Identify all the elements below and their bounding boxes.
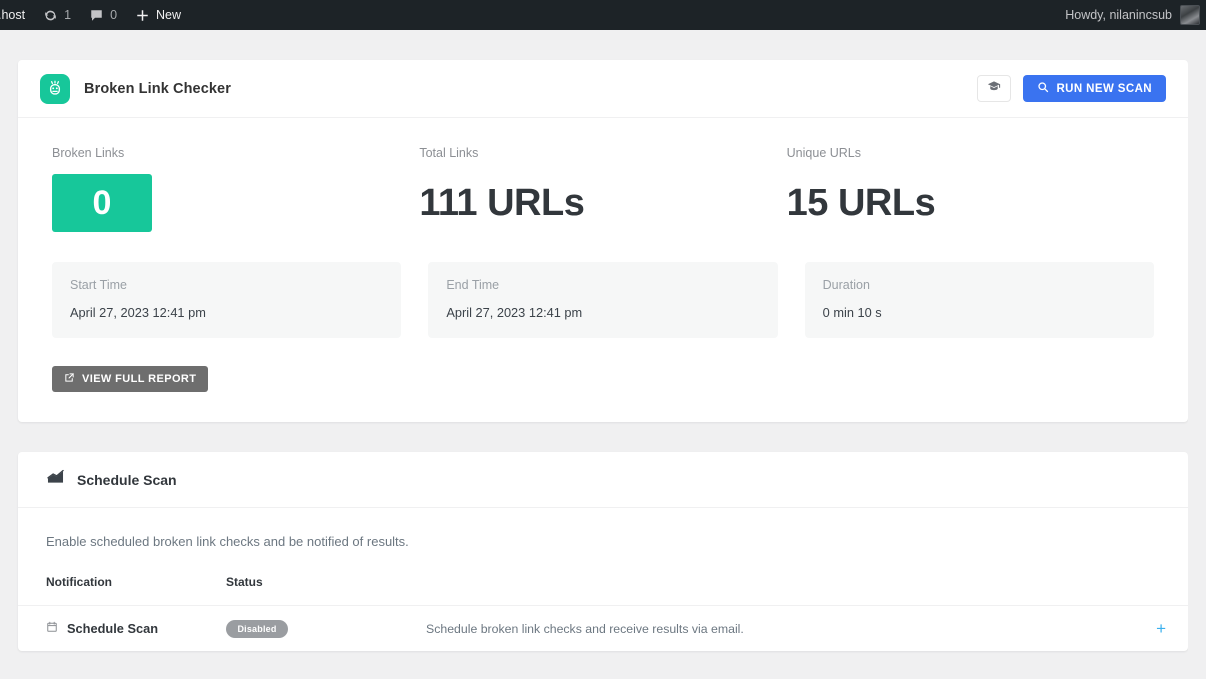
admin-bar-comments[interactable]: 0 (80, 0, 126, 30)
stats-row: Broken Links 0 Total Links 111 URLs Uniq… (52, 146, 1154, 232)
documentation-button[interactable] (977, 75, 1012, 102)
admin-bar-right-group: Howdy, nilanincsub (1065, 5, 1206, 25)
howdy-label[interactable]: Howdy, nilanincsub (1065, 8, 1172, 22)
stat-total-links: Total Links 111 URLs (419, 146, 786, 232)
admin-bar-left-group: .host 1 0 New (0, 0, 190, 30)
site-name-label: .host (0, 8, 26, 22)
plugin-header: Broken Link Checker RUN NEW SCAN (18, 60, 1188, 118)
view-full-report-label: VIEW FULL REPORT (82, 373, 197, 385)
end-time-box: End Time April 27, 2023 12:41 pm (428, 262, 778, 338)
new-content-label: New (156, 8, 182, 22)
view-full-report-button[interactable]: VIEW FULL REPORT (52, 366, 209, 392)
end-time-label: End Time (446, 278, 500, 292)
stat-broken-links: Broken Links 0 (52, 146, 419, 232)
trend-chart-icon (46, 468, 65, 492)
stat-label: Unique URLs (786, 146, 861, 160)
duration-value: 0 min 10 s (822, 305, 882, 320)
stat-label: Total Links (419, 146, 479, 160)
row-notification-name: Schedule Scan (46, 621, 226, 636)
start-time-box: Start Time April 27, 2023 12:41 pm (52, 262, 402, 338)
expand-row-icon[interactable]: + (1156, 620, 1166, 637)
graduation-cap-icon (987, 79, 1001, 98)
broken-link-checker-logo-icon (40, 73, 70, 104)
avatar[interactable] (1180, 5, 1200, 25)
column-header-notification: Notification (46, 575, 112, 589)
stat-unique-urls: Unique URLs 15 URLs (787, 146, 1154, 232)
comments-count: 0 (110, 8, 118, 22)
duration-box: Duration 0 min 10 s (804, 262, 1154, 338)
broken-links-badge: 0 (52, 174, 152, 232)
run-new-scan-button[interactable]: RUN NEW SCAN (1023, 75, 1166, 102)
calendar-icon (46, 621, 58, 636)
row-status-cell: Disabled (226, 619, 426, 638)
scan-summary-card: Broken Link Checker RUN NEW SCAN Broken … (18, 60, 1188, 422)
table-row[interactable]: Schedule Scan Disabled Schedule broken l… (18, 605, 1188, 651)
admin-bar-updates[interactable]: 1 (34, 0, 80, 30)
plus-icon (135, 8, 150, 23)
comments-icon (89, 8, 104, 23)
unique-urls-value: 15 URLs (786, 182, 936, 224)
start-time-label: Start Time (70, 278, 127, 292)
schedule-scan-card: Schedule Scan Enable scheduled broken li… (18, 452, 1188, 651)
row-name-label: Schedule Scan (67, 621, 159, 636)
stat-label: Broken Links (52, 146, 125, 160)
notifications-table-header: Notification Status (18, 549, 1188, 605)
end-time-value: April 27, 2023 12:41 pm (446, 305, 583, 320)
column-header-status: Status (226, 575, 263, 589)
external-link-icon (64, 372, 75, 386)
scroll-gutter[interactable] (1188, 30, 1206, 679)
duration-label: Duration (822, 278, 870, 292)
scan-time-row: Start Time April 27, 2023 12:41 pm End T… (52, 262, 1154, 338)
status-badge: Disabled (226, 619, 288, 638)
header-actions: RUN NEW SCAN (977, 75, 1166, 102)
page-title: Broken Link Checker (84, 80, 231, 97)
schedule-scan-header: Schedule Scan (18, 452, 1188, 508)
page-content: Broken Link Checker RUN NEW SCAN Broken … (0, 30, 1206, 651)
wp-admin-bar: .host 1 0 New Howdy, nilanincsub (0, 0, 1206, 30)
start-time-value: April 27, 2023 12:41 pm (70, 305, 206, 320)
search-icon (1037, 81, 1049, 96)
updates-count: 1 (64, 8, 72, 22)
run-new-scan-label: RUN NEW SCAN (1056, 82, 1152, 95)
row-description: Schedule broken link checks and receive … (426, 621, 744, 636)
schedule-scan-description: Enable scheduled broken link checks and … (46, 534, 409, 549)
updates-icon (43, 8, 58, 23)
scan-summary-body: Broken Links 0 Total Links 111 URLs Uniq… (18, 118, 1188, 422)
admin-bar-site-name[interactable]: .host (0, 0, 34, 30)
schedule-scan-title: Schedule Scan (77, 471, 177, 488)
total-links-value: 111 URLs (419, 182, 585, 224)
admin-bar-new-content[interactable]: New (126, 0, 190, 30)
